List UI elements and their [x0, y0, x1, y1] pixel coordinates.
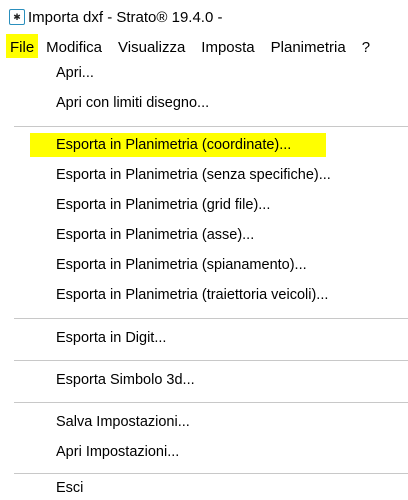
menu-item-apri-impostazioni[interactable]: Apri Impostazioni... — [56, 440, 179, 464]
menu-item-salva-impostazioni[interactable]: Salva Impostazioni... — [56, 410, 190, 434]
menu-planimetria[interactable]: Planimetria — [263, 34, 354, 60]
menu-item-esporta-traiettoria-veicoli[interactable]: Esporta in Planimetria (traiettoria veic… — [56, 283, 328, 307]
menu-item-apri[interactable]: Apri... — [56, 61, 94, 85]
menu-visualizza[interactable]: Visualizza — [110, 34, 193, 60]
menu-item-esporta-senza-specifiche[interactable]: Esporta in Planimetria (senza specifiche… — [56, 163, 331, 187]
menu-item-apri-con-limiti[interactable]: Apri con limiti disegno... — [56, 91, 209, 115]
menu-item-esporta-digit[interactable]: Esporta in Digit... — [56, 326, 166, 350]
menu-separator — [14, 473, 408, 474]
menu-modifica[interactable]: Modifica — [38, 34, 110, 60]
menu-separator — [14, 402, 408, 403]
menu-imposta[interactable]: Imposta — [193, 34, 262, 60]
app-icon: ✱ — [9, 9, 25, 25]
menu-help[interactable]: ? — [354, 34, 378, 60]
menu-item-esci[interactable]: Esci — [56, 476, 83, 500]
menu-item-esporta-spianamento[interactable]: Esporta in Planimetria (spianamento)... — [56, 253, 307, 277]
menu-item-esporta-grid-file[interactable]: Esporta in Planimetria (grid file)... — [56, 193, 270, 217]
menu-separator — [14, 318, 408, 319]
menu-item-esporta-simbolo-3d[interactable]: Esporta Simbolo 3d... — [56, 368, 195, 392]
menu-item-esporta-coordinate[interactable]: Esporta in Planimetria (coordinate)... — [30, 133, 326, 157]
menu-separator — [14, 126, 408, 127]
window-title: Importa dxf - Strato® 19.4.0 - — [28, 8, 223, 26]
menu-bar: File Modifica Visualizza Imposta Planime… — [0, 34, 408, 60]
menu-file[interactable]: File — [6, 34, 39, 60]
file-dropdown-menu: Apri... Apri con limiti disegno... Espor… — [0, 58, 408, 497]
menu-separator — [14, 360, 408, 361]
menu-item-esporta-asse[interactable]: Esporta in Planimetria (asse)... — [56, 223, 254, 247]
title-bar: ✱ Importa dxf - Strato® 19.4.0 - — [0, 0, 408, 34]
